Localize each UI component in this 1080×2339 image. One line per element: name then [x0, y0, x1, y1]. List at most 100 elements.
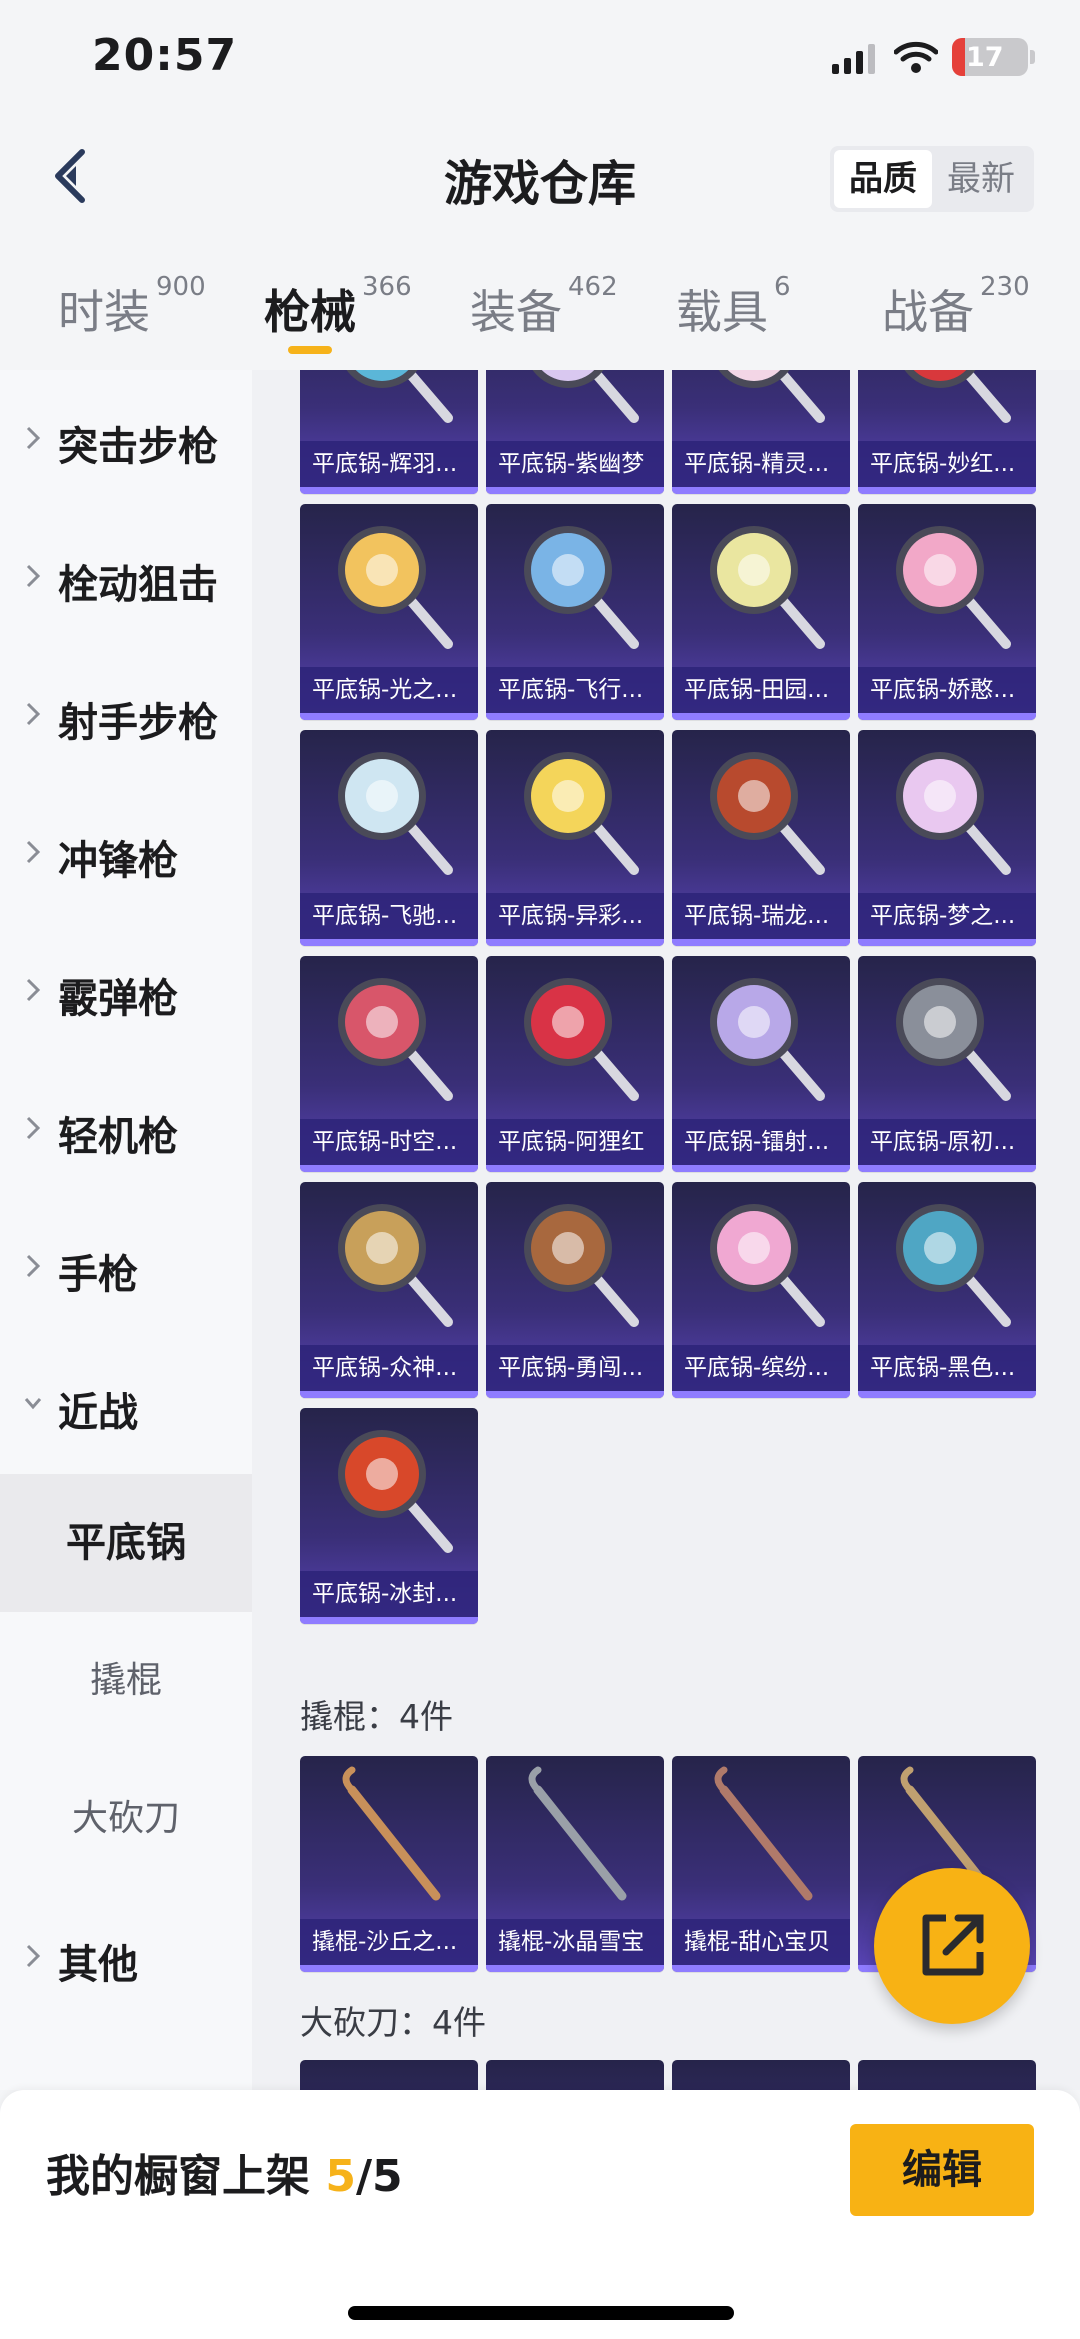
item-name: 平底锅-梦之...: [858, 893, 1036, 939]
tab-vehicles[interactable]: 载具 6: [676, 272, 791, 342]
sidebar-item-shotgun[interactable]: 霰弹枪: [0, 922, 252, 1060]
tab-label: 时装: [58, 285, 150, 339]
pan-item-card[interactable]: 平底锅-辉羽...: [300, 370, 478, 494]
pan-item-card[interactable]: 平底锅-娇憨...: [858, 504, 1036, 720]
sidebar-item-label: 冲锋枪: [58, 838, 178, 884]
rarity-stripe: [672, 1965, 850, 1972]
sidebar-item-bolt-sniper[interactable]: 栓动狙击: [0, 508, 252, 646]
crowbar-item-card[interactable]: 撬棍-甜心宝贝: [672, 1756, 850, 1972]
shelf-total: /5: [355, 2151, 403, 2202]
pan-item-card[interactable]: 平底锅-镭射...: [672, 956, 850, 1172]
machete-item-card[interactable]: [858, 2060, 1036, 2090]
pan-item-card[interactable]: 平底锅-梦之...: [858, 730, 1036, 946]
pan-icon: [524, 526, 639, 649]
tab-fashion[interactable]: 时装 900: [58, 272, 206, 342]
sidebar-item-pistol[interactable]: 手枪: [0, 1198, 252, 1336]
sidebar-subitem-machete[interactable]: 大砍刀: [0, 1750, 252, 1888]
crowbar-item-card[interactable]: 撬棍-沙丘之...: [300, 1756, 478, 1972]
pan-item-card[interactable]: 平底锅-精灵...: [672, 370, 850, 494]
chevron-right-icon: [26, 702, 41, 726]
shelf-label: 我的橱窗上架: [46, 2151, 310, 2202]
sidebar-item-label: 射手步枪: [58, 700, 218, 746]
share-button[interactable]: [874, 1868, 1030, 2024]
pan-item-card[interactable]: 平底锅-光之...: [300, 504, 478, 720]
crowbar-icon: [342, 1766, 441, 1901]
sidebar-item-label: 轻机枪: [58, 1114, 178, 1160]
item-name: 平底锅-冰封...: [300, 1571, 478, 1617]
pan-item-card[interactable]: 平底锅-阿狸红: [486, 956, 664, 1172]
item-name: 平底锅-异彩...: [486, 893, 664, 939]
tab-supplies[interactable]: 战备 230: [882, 272, 1030, 342]
pan-item-card[interactable]: 平底锅-缤纷...: [672, 1182, 850, 1398]
pan-icon: [710, 978, 825, 1101]
pan-icon: [896, 526, 1011, 649]
pan-item-card[interactable]: 平底锅-飞驰...: [300, 730, 478, 946]
rarity-stripe: [300, 1965, 478, 1972]
sidebar-item-lmg[interactable]: 轻机枪: [0, 1060, 252, 1198]
tab-count: 366: [362, 272, 412, 302]
battery-indicator: 17: [952, 38, 1028, 76]
crowbar-section-title: 撬棍：4件: [300, 1697, 453, 1736]
tab-equipment[interactable]: 装备 462: [470, 272, 618, 342]
rarity-stripe: [300, 1165, 478, 1172]
item-name: 平底锅-镭射...: [672, 1119, 850, 1165]
pan-item-card[interactable]: 平底锅-众神...: [300, 1182, 478, 1398]
pan-item-card[interactable]: 平底锅-异彩...: [486, 730, 664, 946]
sort-option-quality[interactable]: 品质: [834, 150, 932, 208]
crowbar-icon: [528, 1766, 627, 1901]
item-name: 撬棍-冰晶雪宝: [486, 1919, 664, 1965]
sidebar-item-smg[interactable]: 冲锋枪: [0, 784, 252, 922]
machete-item-card[interactable]: [672, 2060, 850, 2090]
pan-item-card[interactable]: 平底锅-妙红...: [858, 370, 1036, 494]
pan-item-card[interactable]: 平底锅-时空...: [300, 956, 478, 1172]
sidebar-item-label: 霰弹枪: [58, 976, 178, 1022]
sidebar-item-marksman-rifle[interactable]: 射手步枪: [0, 646, 252, 784]
sidebar-item-other[interactable]: 其他: [0, 1888, 252, 2026]
pan-icon: [346, 370, 453, 423]
home-indicator[interactable]: [348, 2306, 734, 2320]
chevron-right-icon: [26, 426, 41, 450]
pan-item-card[interactable]: 平底锅-黑色...: [858, 1182, 1036, 1398]
rarity-stripe: [486, 1165, 664, 1172]
sidebar-item-label: 突击步枪: [58, 424, 218, 470]
machete-item-card[interactable]: [486, 2060, 664, 2090]
edit-button[interactable]: 编辑: [850, 2124, 1034, 2216]
item-name: 平底锅-瑞龙...: [672, 893, 850, 939]
item-name: 平底锅-田园...: [672, 667, 850, 713]
pan-item-card[interactable]: 平底锅-紫幽梦: [486, 370, 664, 494]
rarity-stripe: [300, 1391, 478, 1398]
battery-percent: 17: [966, 42, 1004, 73]
pan-item-card[interactable]: 平底锅-勇闯...: [486, 1182, 664, 1398]
item-name: 平底锅-精灵...: [672, 441, 850, 487]
item-name: 撬棍-沙丘之...: [300, 1919, 478, 1965]
sidebar-subitem-crowbar[interactable]: 撬棍: [0, 1612, 252, 1750]
pan-item-card[interactable]: 平底锅-飞行...: [486, 504, 664, 720]
pan-icon: [710, 526, 825, 649]
pan-item-card[interactable]: 平底锅-冰封...: [300, 1408, 478, 1624]
item-name: 平底锅-缤纷...: [672, 1345, 850, 1391]
item-name: 平底锅-娇憨...: [858, 667, 1036, 713]
sort-toggle[interactable]: 品质 最新: [830, 146, 1034, 212]
tab-label: 枪械: [264, 285, 356, 339]
pan-item-card[interactable]: 平底锅-原初...: [858, 956, 1036, 1172]
sidebar-item-assault-rifle[interactable]: 突击步枪: [0, 370, 252, 508]
sidebar-item-melee[interactable]: 近战: [0, 1336, 252, 1474]
pan-icon: [338, 1204, 453, 1327]
pan-item-card[interactable]: 平底锅-瑞龙...: [672, 730, 850, 946]
sidebar-item-label: 手枪: [58, 1252, 138, 1298]
crowbar-item-card[interactable]: 撬棍-冰晶雪宝: [486, 1756, 664, 1972]
cellular-signal-icon: [832, 44, 875, 74]
sidebar: 突击步枪 栓动狙击 射手步枪 冲锋枪 霰弹枪 轻机枪 手枪 近战 平底锅 撬棍 …: [0, 370, 252, 2090]
tab-guns[interactable]: 枪械 366: [264, 272, 412, 342]
battery-fill: [952, 38, 965, 76]
pan-icon: [710, 752, 825, 875]
item-name: 平底锅-黑色...: [858, 1345, 1036, 1391]
chevron-right-icon: [26, 1254, 41, 1278]
sort-option-newest[interactable]: 最新: [932, 150, 1030, 208]
item-name: 平底锅-紫幽梦: [486, 441, 664, 487]
pan-icon: [338, 1430, 453, 1553]
tab-count: 230: [980, 272, 1030, 302]
pan-item-card[interactable]: 平底锅-田园...: [672, 504, 850, 720]
machete-item-card[interactable]: [300, 2060, 478, 2090]
sidebar-subitem-pan[interactable]: 平底锅: [0, 1474, 252, 1612]
